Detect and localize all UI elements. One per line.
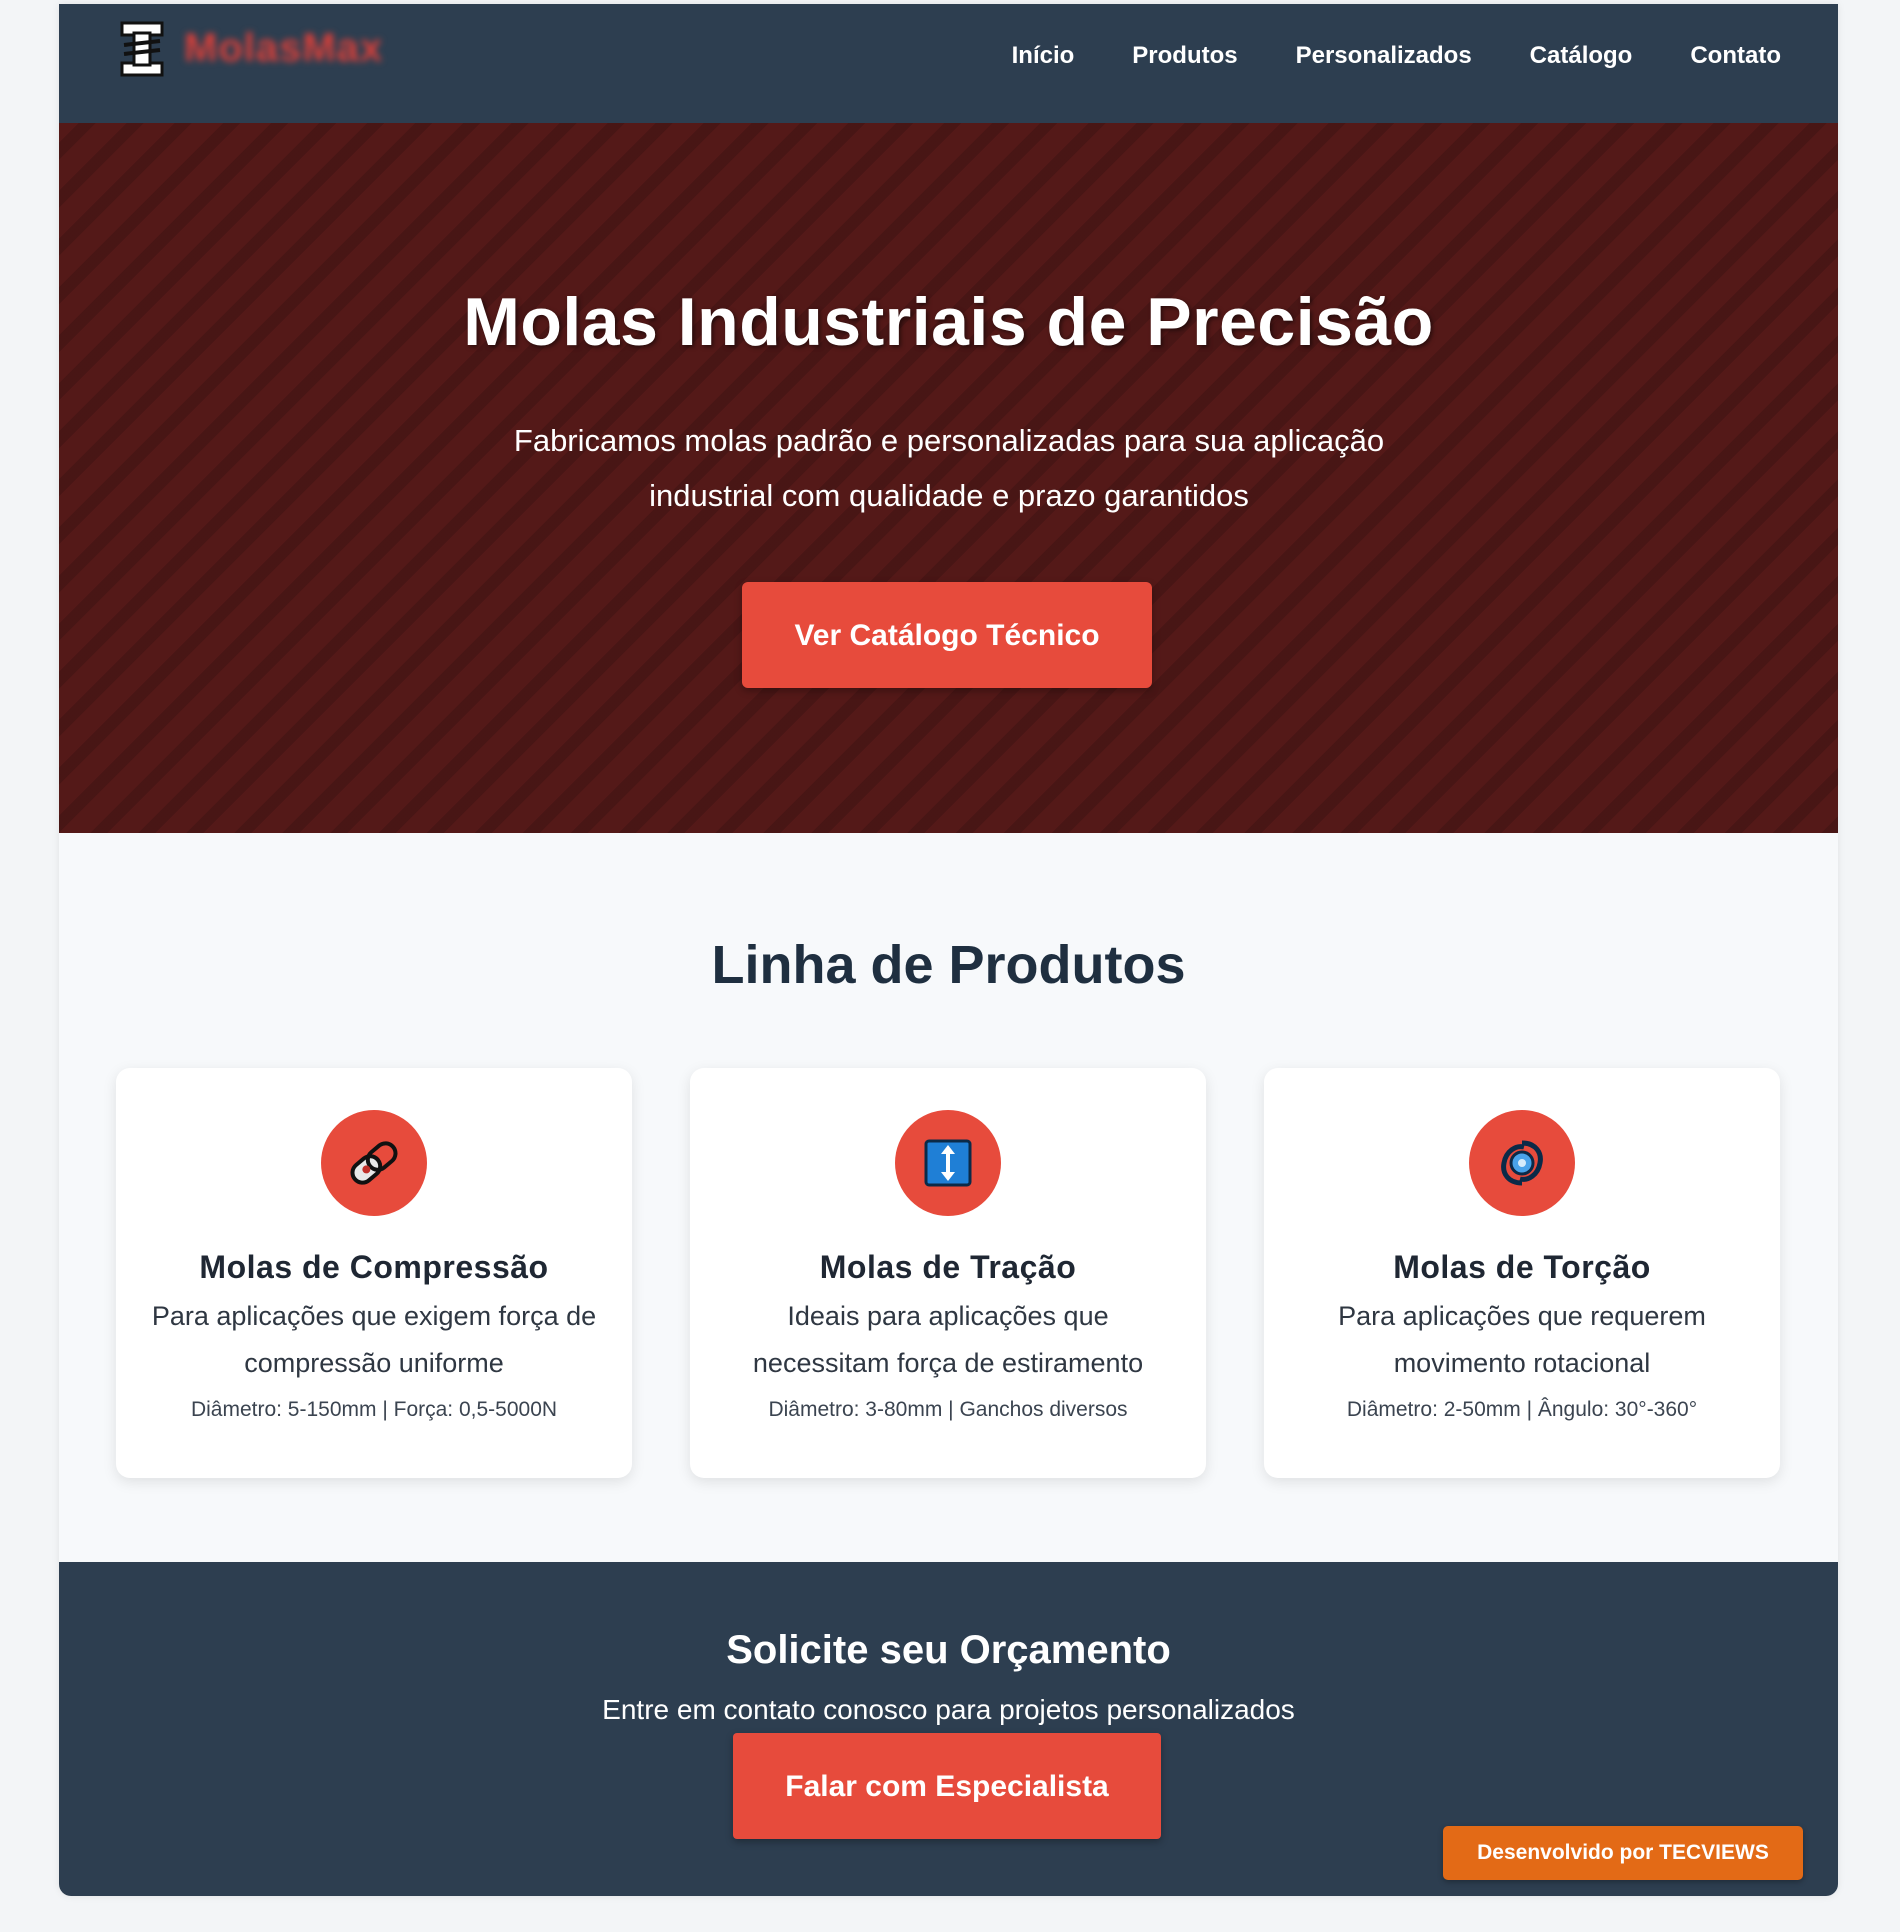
product-name: Molas de Tração xyxy=(819,1249,1077,1285)
navbar: MolasMax Início Produtos Personalizados … xyxy=(59,4,1838,123)
product-description: Para aplicações que exigem força de comp… xyxy=(151,1301,597,1378)
cta-subtitle: Entre em contato conosco para projetos p… xyxy=(602,1694,1295,1725)
product-name: Molas de Torção xyxy=(1393,1249,1651,1285)
logo-icon xyxy=(120,21,164,77)
products-section-title: Linha de Produtos xyxy=(711,935,1186,995)
product-spec: Diâmetro: 5-150mm | Força: 0,5-5000N xyxy=(190,1398,558,1421)
product-name: Molas de Compressão xyxy=(199,1249,549,1285)
page-frame: MolasMax Início Produtos Personalizados … xyxy=(59,4,1838,1896)
product-description: Ideais para aplicações que necessitam fo… xyxy=(752,1301,1144,1378)
up-down-arrow-icon xyxy=(924,1139,972,1187)
product-icon-badge xyxy=(321,1110,427,1216)
product-card-compressao[interactable]: Molas de Compressão Para aplicações que … xyxy=(116,1068,632,1478)
link-icon xyxy=(350,1141,398,1185)
nav-contato[interactable]: Contato xyxy=(1690,40,1781,72)
cta-title: Solicite seu Orçamento xyxy=(726,1628,1171,1672)
developer-credit-badge[interactable]: Desenvolvido por TECVIEWS xyxy=(1443,1826,1803,1880)
product-icon-badge xyxy=(895,1110,1001,1216)
hero-section: Molas Industriais de Precisão Fabricamos… xyxy=(59,123,1838,833)
product-card-tracao[interactable]: Molas de Tração Ideais para aplicações q… xyxy=(690,1068,1206,1478)
nav-inicio[interactable]: Início xyxy=(1012,40,1075,72)
product-card-torcao[interactable]: Molas de Torção Para aplicações que requ… xyxy=(1264,1068,1780,1478)
nav-catalogo[interactable]: Catálogo xyxy=(1530,40,1633,72)
hero-subtitle: Fabricamos molas padrão e personalizadas… xyxy=(513,423,1385,513)
product-description: Para aplicações que requerem movimento r… xyxy=(1338,1301,1706,1378)
view-catalog-button[interactable]: Ver Catálogo Técnico xyxy=(742,582,1152,688)
product-spec: Diâmetro: 3-80mm | Ganchos diversos xyxy=(768,1398,1128,1421)
nav-produtos[interactable]: Produtos xyxy=(1132,40,1237,72)
hero-title: Molas Industriais de Precisão xyxy=(463,284,1434,360)
main-menu: Início Produtos Personalizados Catálogo … xyxy=(1012,40,1781,72)
nav-personalizados[interactable]: Personalizados xyxy=(1296,40,1472,72)
brand-logo-text[interactable]: MolasMax xyxy=(184,26,383,70)
product-spec: Diâmetro: 2-50mm | Ângulo: 30°-360° xyxy=(1346,1398,1698,1421)
cyclone-icon xyxy=(1501,1140,1543,1186)
talk-to-specialist-button[interactable]: Falar com Especialista xyxy=(733,1733,1161,1839)
product-icon-badge xyxy=(1469,1110,1575,1216)
